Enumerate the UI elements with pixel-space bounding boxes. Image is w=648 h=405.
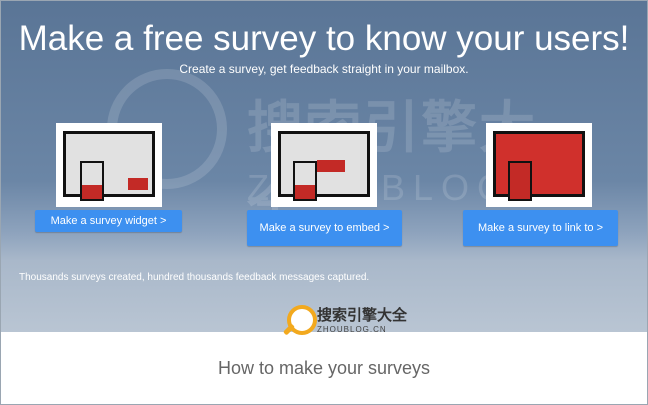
make-survey-embed-button[interactable]: Make a survey to embed >	[247, 210, 402, 246]
desktop-screen-icon	[63, 131, 155, 197]
mobile-phone-icon	[508, 161, 532, 201]
stats-text: Thousands surveys created, hundred thous…	[19, 272, 370, 283]
embedded-form-icon	[317, 160, 345, 172]
widget-popup-icon	[128, 178, 148, 190]
desktop-screen-icon	[278, 131, 370, 197]
site-logo: 搜索引擎大全 ZHOUBLOG.CN	[282, 303, 407, 339]
hero-title: Make a free survey to know your users!	[18, 19, 630, 58]
hero-subtitle: Create a survey, get feedback straight i…	[179, 62, 469, 76]
section-title: How to make your surveys	[217, 358, 431, 378]
make-survey-link-button[interactable]: Make a survey to link to >	[463, 210, 618, 246]
survey-link-illustration	[486, 123, 592, 207]
make-survey-widget-button[interactable]: Make a survey widget >	[35, 210, 182, 232]
survey-widget-illustration	[56, 123, 162, 207]
hero-section: 搜索引擎大全 ZHOUBLOG.CN Make a free survey to…	[1, 1, 647, 332]
mobile-phone-icon	[293, 161, 317, 201]
logo-subtext: ZHOUBLOG.CN	[317, 325, 387, 334]
survey-embed-illustration	[271, 123, 377, 207]
desktop-screen-icon	[493, 131, 585, 197]
mobile-phone-icon	[80, 161, 104, 201]
logo-text: 搜索引擎大全	[317, 306, 408, 324]
page-frame: 搜索引擎大全 ZHOUBLOG.CN Make a free survey to…	[0, 0, 648, 405]
